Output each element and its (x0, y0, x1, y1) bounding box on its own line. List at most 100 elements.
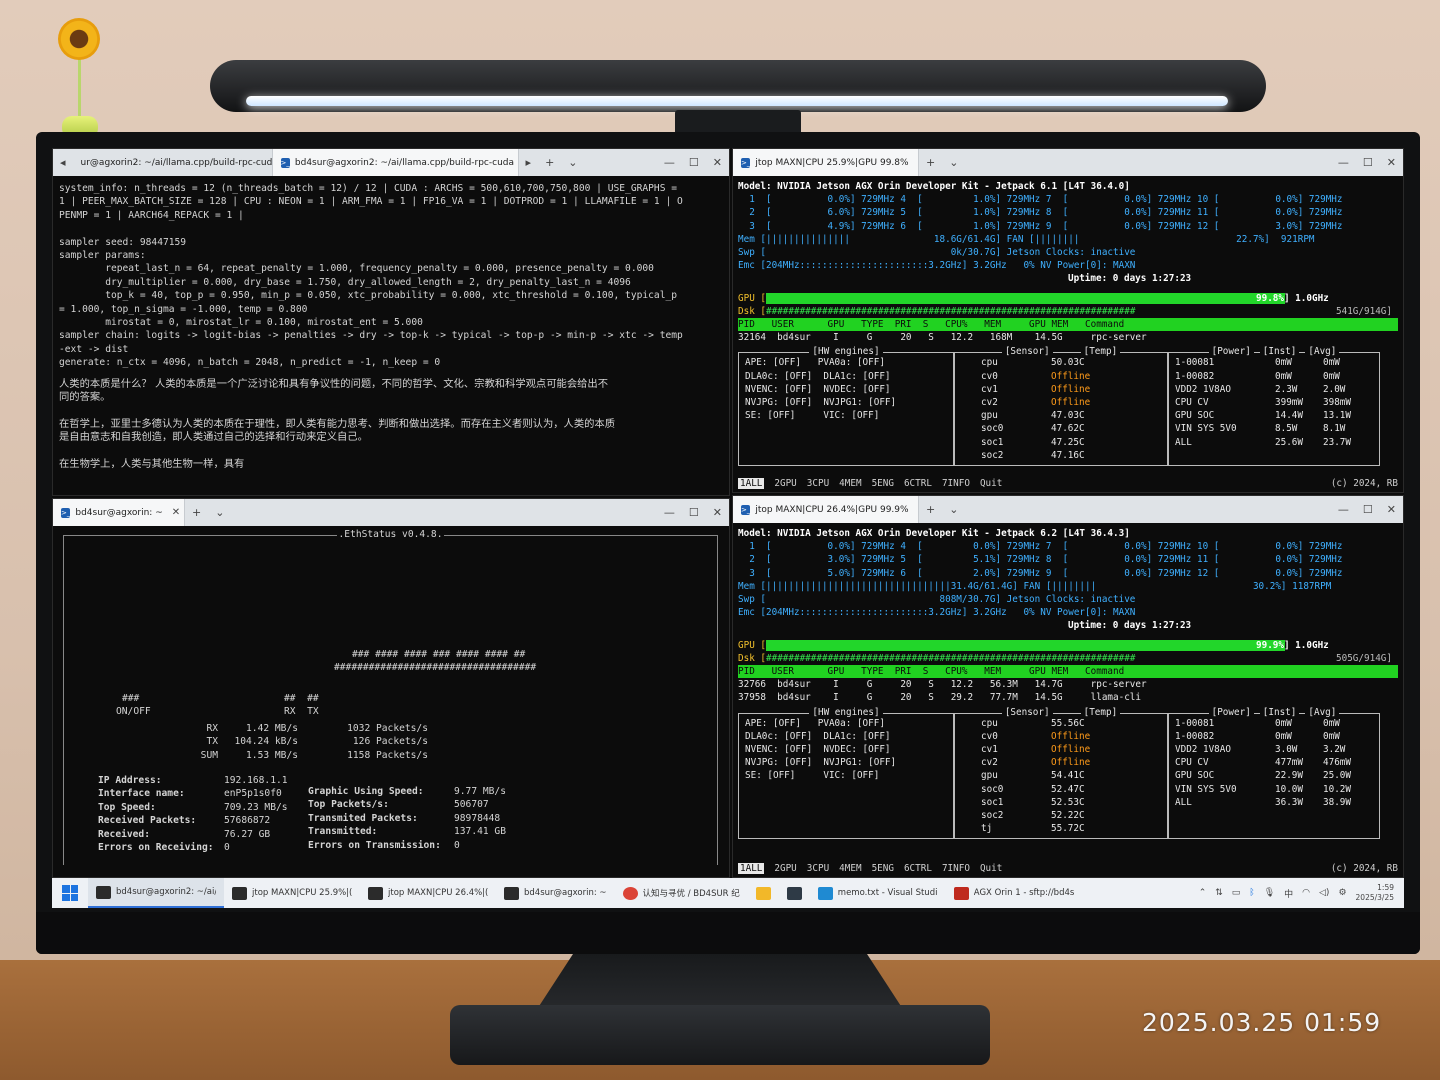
jtop-menu-item[interactable]: 1ALL (738, 863, 765, 874)
new-tab-plus-icon[interactable]: + (919, 503, 942, 516)
chevron-down-icon[interactable]: ⌄ (208, 506, 231, 519)
gpu-usage-row: GPU [99.8%] 1.0GHz (738, 292, 1398, 305)
tab-llama-active[interactable]: >_ bd4sur@agxorin2: ~/ai/llama.cpp/build… (272, 149, 519, 176)
jtop-menu-item[interactable]: 2GPU (774, 863, 796, 874)
sensor-row: soc0 52.47C (961, 783, 1161, 796)
lang-icon[interactable]: ⚙ (1338, 888, 1346, 898)
taskbar-item[interactable] (779, 878, 810, 908)
maximize-icon[interactable]: ☐ (1356, 156, 1380, 169)
jtop-menu-item[interactable]: 1ALL (738, 478, 765, 489)
power-title-text: [Power] (1208, 346, 1254, 358)
taskbar-item[interactable]: bd4sur@agxorin2: ~/ai/ (88, 878, 224, 908)
ime-indicator[interactable]: 中 (1284, 887, 1293, 900)
taskbar-item-label: jtop MAXN|CPU 25.9%|( (252, 888, 352, 898)
bluetooth-icon[interactable]: ᛒ (1249, 888, 1254, 898)
maximize-icon[interactable]: ☐ (1356, 503, 1380, 516)
jtop-menu-item[interactable]: 2GPU (774, 478, 796, 489)
inst-title-text: [Inst] (1259, 346, 1300, 358)
disk-bar: ########################################… (766, 652, 1136, 664)
terminal-line: system_info: n_threads = 12 (n_threads_b… (59, 183, 678, 194)
temp-title-text: [Temp] (1080, 346, 1121, 358)
network-icon[interactable]: ⇅ (1215, 888, 1223, 898)
chevron-down-icon[interactable]: ⌄ (561, 156, 584, 169)
chevron-left-icon[interactable]: ◂ (53, 156, 73, 169)
windows-start-icon[interactable] (62, 885, 78, 901)
maximize-icon[interactable]: ☐ (682, 506, 706, 519)
rate-label: SUM (200, 749, 218, 761)
window-close-icon[interactable]: ✕ (1380, 503, 1403, 516)
taskbar-item[interactable] (748, 878, 779, 908)
minimize-icon[interactable]: — (657, 156, 682, 169)
screen: ◂ ur@agxorin2: ~/ai/llama.cpp/build-rpc-… (52, 148, 1404, 908)
minimize-icon[interactable]: — (657, 506, 682, 519)
power-avg: 8.1W (1323, 423, 1346, 435)
window-close-icon[interactable]: ✕ (706, 506, 729, 519)
jtop-menu-item[interactable]: 5ENG (872, 863, 894, 874)
power-row: 1-00082 0mW 0mW (1175, 730, 1373, 743)
power-rail: 1-00082 (1175, 370, 1215, 382)
taskbar-item[interactable]: jtop MAXN|CPU 25.9%|( (224, 878, 360, 908)
chevron-up-icon[interactable]: ⌃ (1199, 888, 1207, 898)
disk-value: 541G/914G] (1336, 305, 1392, 317)
jtop-menu-item[interactable]: Quit (980, 863, 1002, 874)
terminal-line-generated: 在生物学上，人类与其他生物一样，具有 (59, 458, 245, 471)
close-icon[interactable]: ✕ (172, 507, 180, 518)
jtop-menu-item[interactable]: 7INFO (942, 863, 970, 874)
terminal-output[interactable]: system_info: n_threads = 12 (n_threads_b… (53, 176, 729, 477)
power-inst: 477mW (1275, 757, 1303, 769)
taskbar-item[interactable]: jtop MAXN|CPU 26.4%|( (360, 878, 496, 908)
emc-line: Emc [204MHz:::::::::::::::::::::::3.2GHz… (738, 607, 1136, 619)
battery-icon[interactable]: ▭ (1232, 888, 1241, 898)
tab-jtop[interactable]: >_ jtop MAXN|CPU 25.9%|GPU 99.8% ✕ (733, 149, 919, 176)
terminal-line-generated: 人类的本质是什么？ 人类的本质是一个广泛讨论和具有争议性的问题，不同的哲学、文化… (59, 377, 609, 390)
jtop-menu-item[interactable]: 3CPU (807, 478, 829, 489)
info-value: enP5p1s0f0 (224, 788, 282, 800)
chevron-down-icon[interactable]: ⌄ (942, 503, 965, 516)
cpu-row: 2 [ 6.0%] 729MHz 5 [ 1.0%] 729MHz 8 [ 0.… (738, 207, 1343, 219)
chevron-down-icon[interactable]: ⌄ (942, 156, 965, 169)
window-close-icon[interactable]: ✕ (1380, 156, 1403, 169)
jtop-menu-item[interactable]: 5ENG (872, 478, 894, 489)
new-tab-plus-icon[interactable]: + (538, 156, 561, 169)
new-tab-plus-icon[interactable]: + (919, 156, 942, 169)
taskbar-item[interactable]: bd4sur@agxorin: ~ (496, 878, 615, 908)
taskbar-item[interactable]: 认知与寻优 / BD4SUR 纪 (615, 878, 748, 908)
taskbar-item[interactable]: AGX Orin 1 - sftp://bd4s (946, 878, 1082, 908)
taskbar-clock[interactable]: 1:59 2025/3/25 (1356, 883, 1394, 903)
power-title: [Power] [Inst] [Avg] (1169, 345, 1379, 358)
jtop-menu-item[interactable]: 7INFO (942, 478, 970, 489)
microphone-icon[interactable]: 🎙 (1264, 888, 1275, 898)
jtop-menu-item[interactable]: 4MEM (839, 478, 861, 489)
process-table-header: PID USER GPU TYPE PRI S CPU% MEM GPU MEM… (738, 665, 1398, 679)
new-tab-plus-icon[interactable]: + (185, 506, 208, 519)
sensor-name: cv0 (981, 730, 998, 742)
jtop-menu-item[interactable]: 6CTRL (904, 863, 932, 874)
wifi-icon[interactable]: ◠ (1302, 888, 1310, 898)
chevron-right-icon[interactable]: ▸ (519, 156, 539, 169)
maximize-icon[interactable]: ☐ (682, 156, 706, 169)
tab-jtop[interactable]: >_ jtop MAXN|CPU 26.4%|GPU 99.9% ✕ (733, 496, 919, 523)
info-label: Errors on Receiving: (98, 842, 214, 853)
tab-label: jtop MAXN|CPU 25.9%|GPU 99.8% (755, 157, 909, 168)
jtop-menu-item[interactable]: Quit (980, 478, 1002, 489)
window-close-icon[interactable]: ✕ (706, 156, 729, 169)
sensor-temp: 47.16C (1051, 449, 1085, 461)
tab-label: ur@agxorin2: ~/ai/llama.cpp/build-rpc-cu… (80, 157, 273, 168)
process-row: 37958 bd4sur I G 20 S 29.2 77.7M 14.5G l… (738, 692, 1141, 704)
tab-llama-inactive[interactable]: ur@agxorin2: ~/ai/llama.cpp/build-rpc-cu… (73, 149, 273, 176)
minimize-icon[interactable]: — (1331, 503, 1356, 516)
gpu-bar-track (766, 639, 1286, 652)
mem-line: Mem [|||||||||||||||||||||||||||||||||31… (738, 580, 1332, 592)
taskbar-item[interactable]: memo.txt - Visual Studio (810, 878, 946, 908)
tab-ethstatus[interactable]: >_ bd4sur@agxorin: ~ ✕ (53, 499, 185, 526)
avg-title-text: [Avg] (1305, 346, 1340, 358)
power-rail: VDD2 1V8AO (1175, 744, 1231, 756)
sensor-name: soc1 (981, 796, 1004, 808)
jtop-menu-item[interactable]: 3CPU (807, 863, 829, 874)
jtop-menu-item[interactable]: 6CTRL (904, 478, 932, 489)
volume-icon[interactable]: ◁) (1319, 888, 1329, 898)
jtop-menu-item[interactable]: 4MEM (839, 863, 861, 874)
info-value: 0 (224, 842, 230, 853)
minimize-icon[interactable]: — (1331, 156, 1356, 169)
